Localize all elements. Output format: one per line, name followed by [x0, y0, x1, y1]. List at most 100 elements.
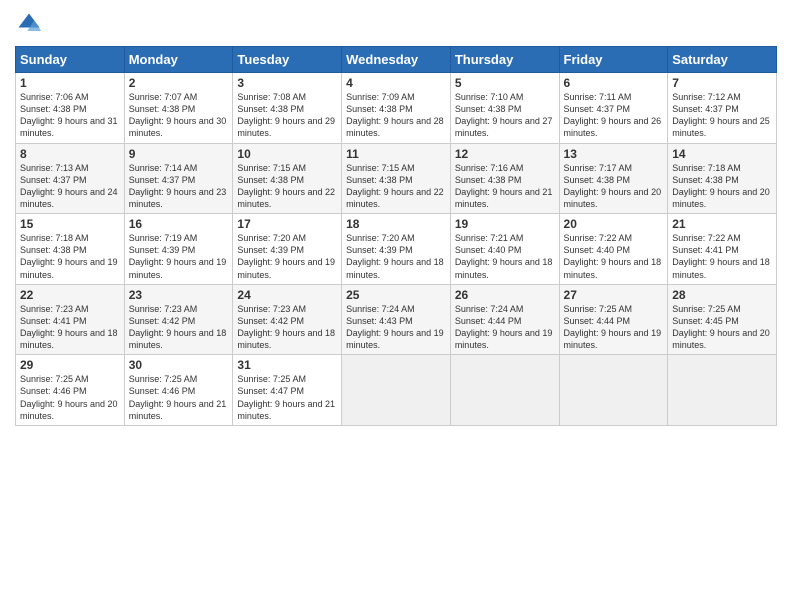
sunrise-label: Sunrise: 7:22 AM	[672, 233, 741, 243]
calendar-cell: 8 Sunrise: 7:13 AM Sunset: 4:37 PM Dayli…	[16, 143, 125, 214]
day-info: Sunrise: 7:08 AM Sunset: 4:38 PM Dayligh…	[237, 91, 337, 140]
calendar-cell: 31 Sunrise: 7:25 AM Sunset: 4:47 PM Dayl…	[233, 355, 342, 426]
sunrise-label: Sunrise: 7:22 AM	[564, 233, 633, 243]
daylight-label: Daylight: 9 hours and 24 minutes.	[20, 187, 118, 209]
sunset-label: Sunset: 4:45 PM	[672, 316, 739, 326]
day-number: 7	[672, 76, 772, 90]
calendar-table: SundayMondayTuesdayWednesdayThursdayFrid…	[15, 46, 777, 426]
daylight-label: Daylight: 9 hours and 23 minutes.	[129, 187, 227, 209]
sunrise-label: Sunrise: 7:06 AM	[20, 92, 89, 102]
day-info: Sunrise: 7:21 AM Sunset: 4:40 PM Dayligh…	[455, 232, 555, 281]
day-number: 11	[346, 147, 446, 161]
sunrise-label: Sunrise: 7:25 AM	[564, 304, 633, 314]
daylight-label: Daylight: 9 hours and 18 minutes.	[129, 328, 227, 350]
sunset-label: Sunset: 4:44 PM	[455, 316, 522, 326]
sunrise-label: Sunrise: 7:20 AM	[237, 233, 306, 243]
calendar-cell: 2 Sunrise: 7:07 AM Sunset: 4:38 PM Dayli…	[124, 73, 233, 144]
calendar-cell: 22 Sunrise: 7:23 AM Sunset: 4:41 PM Dayl…	[16, 284, 125, 355]
calendar-cell: 15 Sunrise: 7:18 AM Sunset: 4:38 PM Dayl…	[16, 214, 125, 285]
daylight-label: Daylight: 9 hours and 18 minutes.	[346, 257, 444, 279]
sunrise-label: Sunrise: 7:23 AM	[20, 304, 89, 314]
daylight-label: Daylight: 9 hours and 26 minutes.	[564, 116, 662, 138]
day-number: 1	[20, 76, 120, 90]
daylight-label: Daylight: 9 hours and 28 minutes.	[346, 116, 444, 138]
sunset-label: Sunset: 4:37 PM	[20, 175, 87, 185]
day-number: 22	[20, 288, 120, 302]
day-info: Sunrise: 7:17 AM Sunset: 4:38 PM Dayligh…	[564, 162, 664, 211]
day-info: Sunrise: 7:20 AM Sunset: 4:39 PM Dayligh…	[346, 232, 446, 281]
calendar-cell: 19 Sunrise: 7:21 AM Sunset: 4:40 PM Dayl…	[450, 214, 559, 285]
calendar-cell: 5 Sunrise: 7:10 AM Sunset: 4:38 PM Dayli…	[450, 73, 559, 144]
page: SundayMondayTuesdayWednesdayThursdayFrid…	[0, 0, 792, 612]
calendar-cell	[342, 355, 451, 426]
day-info: Sunrise: 7:24 AM Sunset: 4:43 PM Dayligh…	[346, 303, 446, 352]
daylight-label: Daylight: 9 hours and 22 minutes.	[346, 187, 444, 209]
day-number: 17	[237, 217, 337, 231]
sunrise-label: Sunrise: 7:14 AM	[129, 163, 198, 173]
daylight-label: Daylight: 9 hours and 20 minutes.	[20, 399, 118, 421]
day-number: 31	[237, 358, 337, 372]
sunrise-label: Sunrise: 7:13 AM	[20, 163, 89, 173]
daylight-label: Daylight: 9 hours and 21 minutes.	[455, 187, 553, 209]
sunset-label: Sunset: 4:38 PM	[346, 175, 413, 185]
logo	[15, 10, 47, 38]
day-number: 25	[346, 288, 446, 302]
day-info: Sunrise: 7:25 AM Sunset: 4:44 PM Dayligh…	[564, 303, 664, 352]
sunrise-label: Sunrise: 7:08 AM	[237, 92, 306, 102]
day-number: 20	[564, 217, 664, 231]
sunrise-label: Sunrise: 7:21 AM	[455, 233, 524, 243]
calendar-cell: 23 Sunrise: 7:23 AM Sunset: 4:42 PM Dayl…	[124, 284, 233, 355]
day-info: Sunrise: 7:09 AM Sunset: 4:38 PM Dayligh…	[346, 91, 446, 140]
calendar-week-1: 1 Sunrise: 7:06 AM Sunset: 4:38 PM Dayli…	[16, 73, 777, 144]
day-info: Sunrise: 7:18 AM Sunset: 4:38 PM Dayligh…	[20, 232, 120, 281]
day-info: Sunrise: 7:23 AM Sunset: 4:42 PM Dayligh…	[129, 303, 229, 352]
sunset-label: Sunset: 4:37 PM	[129, 175, 196, 185]
day-number: 9	[129, 147, 229, 161]
sunset-label: Sunset: 4:41 PM	[672, 245, 739, 255]
calendar-cell: 30 Sunrise: 7:25 AM Sunset: 4:46 PM Dayl…	[124, 355, 233, 426]
daylight-label: Daylight: 9 hours and 18 minutes.	[564, 257, 662, 279]
calendar-week-4: 22 Sunrise: 7:23 AM Sunset: 4:41 PM Dayl…	[16, 284, 777, 355]
sunrise-label: Sunrise: 7:07 AM	[129, 92, 198, 102]
sunset-label: Sunset: 4:38 PM	[672, 175, 739, 185]
sunset-label: Sunset: 4:41 PM	[20, 316, 87, 326]
daylight-label: Daylight: 9 hours and 21 minutes.	[237, 399, 335, 421]
day-info: Sunrise: 7:22 AM Sunset: 4:40 PM Dayligh…	[564, 232, 664, 281]
calendar-cell: 1 Sunrise: 7:06 AM Sunset: 4:38 PM Dayli…	[16, 73, 125, 144]
sunset-label: Sunset: 4:38 PM	[455, 175, 522, 185]
day-number: 4	[346, 76, 446, 90]
day-info: Sunrise: 7:12 AM Sunset: 4:37 PM Dayligh…	[672, 91, 772, 140]
day-number: 30	[129, 358, 229, 372]
sunrise-label: Sunrise: 7:20 AM	[346, 233, 415, 243]
logo-icon	[15, 10, 43, 38]
day-info: Sunrise: 7:23 AM Sunset: 4:41 PM Dayligh…	[20, 303, 120, 352]
calendar-cell	[450, 355, 559, 426]
daylight-label: Daylight: 9 hours and 25 minutes.	[672, 116, 770, 138]
sunrise-label: Sunrise: 7:16 AM	[455, 163, 524, 173]
calendar-cell: 3 Sunrise: 7:08 AM Sunset: 4:38 PM Dayli…	[233, 73, 342, 144]
sunset-label: Sunset: 4:38 PM	[129, 104, 196, 114]
day-info: Sunrise: 7:25 AM Sunset: 4:45 PM Dayligh…	[672, 303, 772, 352]
sunset-label: Sunset: 4:38 PM	[237, 104, 304, 114]
sunset-label: Sunset: 4:37 PM	[564, 104, 631, 114]
daylight-label: Daylight: 9 hours and 18 minutes.	[455, 257, 553, 279]
calendar-week-3: 15 Sunrise: 7:18 AM Sunset: 4:38 PM Dayl…	[16, 214, 777, 285]
day-info: Sunrise: 7:20 AM Sunset: 4:39 PM Dayligh…	[237, 232, 337, 281]
sunset-label: Sunset: 4:38 PM	[346, 104, 413, 114]
day-info: Sunrise: 7:25 AM Sunset: 4:46 PM Dayligh…	[129, 373, 229, 422]
daylight-label: Daylight: 9 hours and 19 minutes.	[346, 328, 444, 350]
daylight-label: Daylight: 9 hours and 31 minutes.	[20, 116, 118, 138]
calendar-cell	[668, 355, 777, 426]
day-info: Sunrise: 7:24 AM Sunset: 4:44 PM Dayligh…	[455, 303, 555, 352]
day-number: 15	[20, 217, 120, 231]
sunset-label: Sunset: 4:46 PM	[20, 386, 87, 396]
sunrise-label: Sunrise: 7:19 AM	[129, 233, 198, 243]
daylight-label: Daylight: 9 hours and 19 minutes.	[20, 257, 118, 279]
sunrise-label: Sunrise: 7:24 AM	[346, 304, 415, 314]
day-info: Sunrise: 7:15 AM Sunset: 4:38 PM Dayligh…	[237, 162, 337, 211]
calendar-cell: 25 Sunrise: 7:24 AM Sunset: 4:43 PM Dayl…	[342, 284, 451, 355]
sunset-label: Sunset: 4:39 PM	[346, 245, 413, 255]
calendar-week-2: 8 Sunrise: 7:13 AM Sunset: 4:37 PM Dayli…	[16, 143, 777, 214]
sunrise-label: Sunrise: 7:25 AM	[672, 304, 741, 314]
day-info: Sunrise: 7:11 AM Sunset: 4:37 PM Dayligh…	[564, 91, 664, 140]
